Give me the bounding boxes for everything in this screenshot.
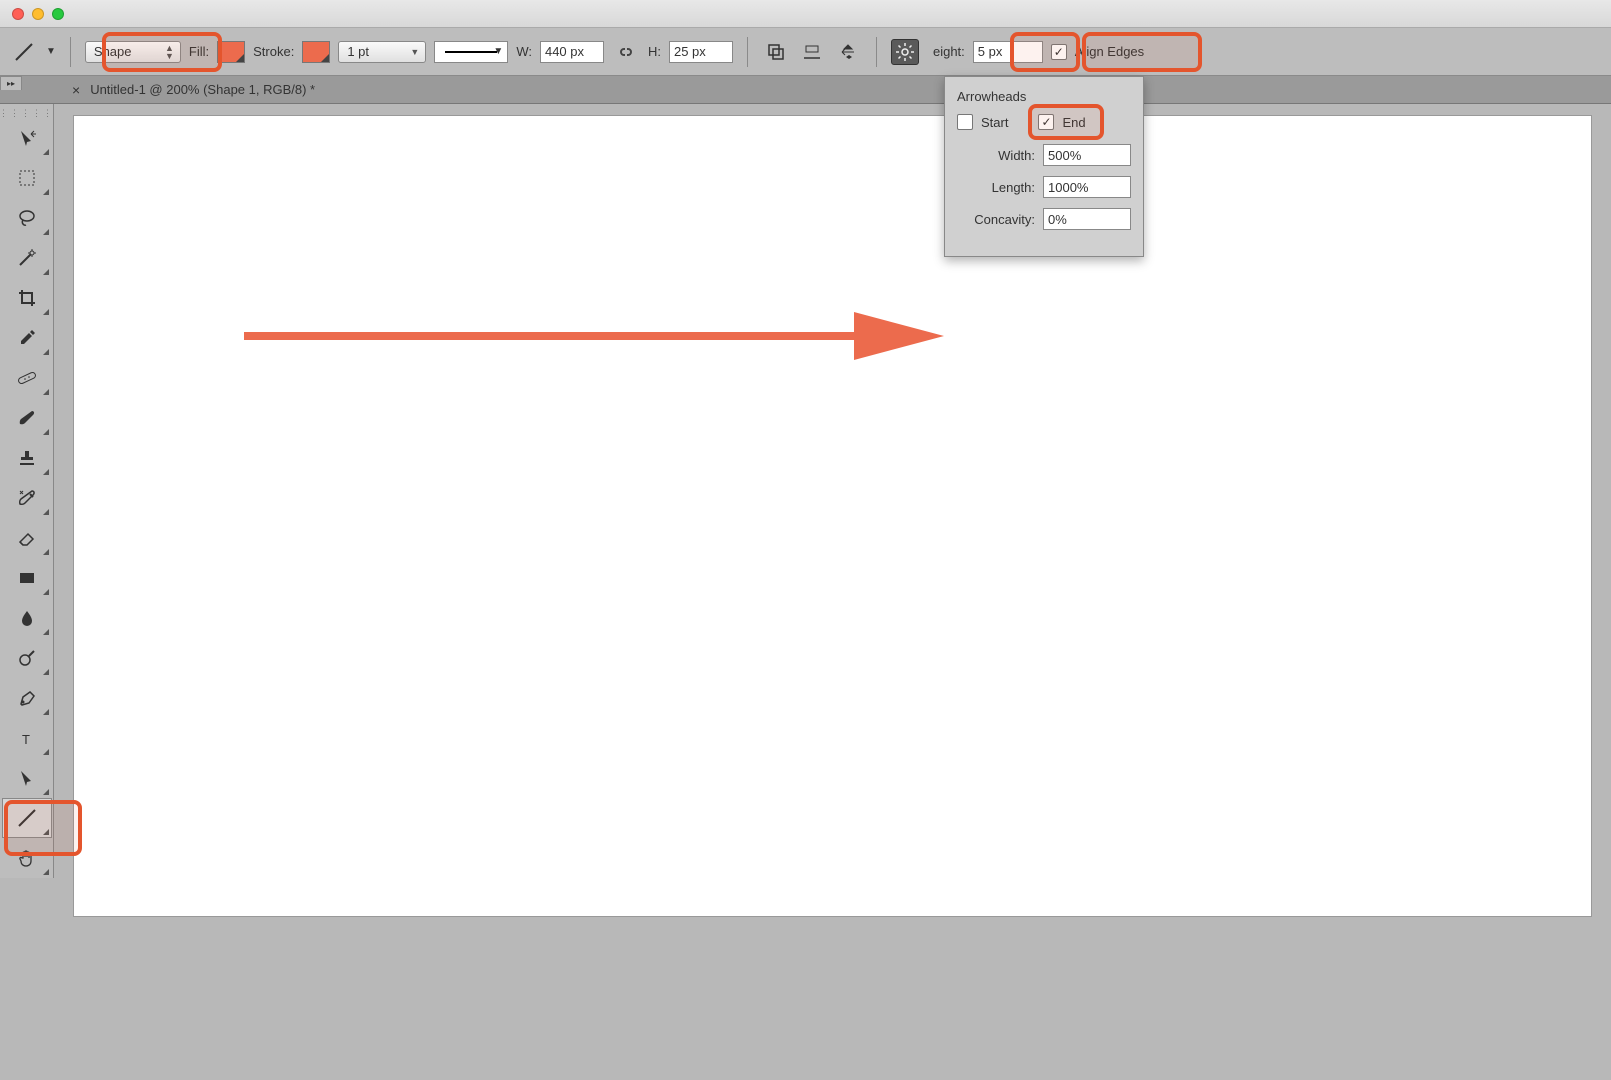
arrowhead-concavity-label: Concavity:	[974, 212, 1035, 227]
tool-preset-dropdown-icon[interactable]: ▼	[46, 46, 56, 57]
close-window-button[interactable]	[12, 8, 24, 20]
dodge-tool[interactable]	[2, 638, 52, 678]
toolbox-grip[interactable]: ⋮⋮⋮⋮⋮	[0, 108, 53, 118]
tool-mode-value: Shape	[94, 44, 132, 59]
stroke-weight-value: 1 pt	[347, 44, 369, 59]
canvas-area: Arrowheads Start ✓ End Width: Length: Co…	[54, 104, 1611, 1080]
healing-tool[interactable]	[2, 358, 52, 398]
stroke-weight-dropdown[interactable]: 1 pt ▼	[338, 41, 426, 63]
stroke-label: Stroke:	[253, 44, 294, 59]
line-weight-input[interactable]	[973, 41, 1043, 63]
separator	[747, 37, 748, 67]
arrowhead-width-label: Width:	[998, 148, 1035, 163]
document-canvas[interactable]	[74, 116, 1591, 916]
geometry-options-gear-icon[interactable]	[891, 39, 919, 65]
arrowhead-start-label: Start	[981, 115, 1008, 130]
fill-label: Fill:	[189, 44, 209, 59]
separator	[876, 37, 877, 67]
blur-tool[interactable]	[2, 598, 52, 638]
link-dimensions-icon[interactable]	[612, 39, 640, 65]
stroke-type-dropdown[interactable]: ▼	[434, 41, 508, 63]
drawn-arrow-shape[interactable]	[244, 306, 954, 366]
path-alignment-icon[interactable]	[798, 39, 826, 65]
arrowhead-length-input[interactable]	[1043, 176, 1131, 198]
pen-tool[interactable]	[2, 678, 52, 718]
arrowhead-end-checkbox[interactable]: ✓	[1038, 114, 1054, 130]
height-label: H:	[648, 44, 661, 59]
arrowhead-width-input[interactable]	[1043, 144, 1131, 166]
arrowhead-end-label: End	[1062, 115, 1085, 130]
separator	[70, 37, 71, 67]
fill-swatch[interactable]	[217, 41, 245, 63]
align-edges-label: Align Edges	[1075, 44, 1144, 59]
path-arrangement-icon[interactable]	[834, 39, 862, 65]
document-tab-bar: × Untitled-1 @ 200% (Shape 1, RGB/8) *	[0, 76, 1611, 104]
lasso-tool[interactable]	[2, 198, 52, 238]
popup-title: Arrowheads	[957, 89, 1131, 104]
move-tool[interactable]	[2, 118, 52, 158]
history-brush-tool[interactable]	[2, 478, 52, 518]
path-select-tool[interactable]	[2, 758, 52, 798]
svg-text:T: T	[22, 732, 30, 747]
text-tool[interactable]: T	[2, 718, 52, 758]
eyedropper-tool[interactable]	[2, 318, 52, 358]
arrowhead-concavity-input[interactable]	[1043, 208, 1131, 230]
document-tab-title[interactable]: Untitled-1 @ 200% (Shape 1, RGB/8) *	[90, 82, 315, 97]
minimize-window-button[interactable]	[32, 8, 44, 20]
align-edges-checkbox[interactable]: ✓	[1051, 44, 1067, 60]
window-titlebar	[0, 0, 1611, 28]
panel-expand-tab[interactable]: ▸▸	[0, 76, 22, 90]
line-tool[interactable]	[2, 798, 52, 838]
arrowhead-start-checkbox[interactable]	[957, 114, 973, 130]
width-label: W:	[516, 44, 532, 59]
weight-label: eight:	[933, 44, 965, 59]
crop-tool[interactable]	[2, 278, 52, 318]
marquee-tool[interactable]	[2, 158, 52, 198]
width-input[interactable]	[540, 41, 604, 63]
path-operations-icon[interactable]	[762, 39, 790, 65]
arrowhead-length-label: Length:	[992, 180, 1035, 195]
quick-select-tool[interactable]	[2, 238, 52, 278]
brush-tool[interactable]	[2, 398, 52, 438]
maximize-window-button[interactable]	[52, 8, 64, 20]
stroke-swatch[interactable]	[302, 41, 330, 63]
hand-tool[interactable]	[2, 838, 52, 878]
height-input[interactable]	[669, 41, 733, 63]
options-bar: ▼ Shape ▲▼ Fill: Stroke: 1 pt ▼ ▼ W: H: …	[0, 28, 1611, 76]
tool-mode-dropdown[interactable]: Shape ▲▼	[85, 41, 181, 63]
current-tool-icon	[10, 39, 38, 65]
close-tab-button[interactable]: ×	[72, 82, 80, 98]
eraser-tool[interactable]	[2, 518, 52, 558]
stamp-tool[interactable]	[2, 438, 52, 478]
gradient-tool[interactable]	[2, 558, 52, 598]
arrowheads-popup: Arrowheads Start ✓ End Width: Length: Co…	[944, 76, 1144, 257]
toolbox: ⋮⋮⋮⋮⋮ T	[0, 104, 54, 878]
